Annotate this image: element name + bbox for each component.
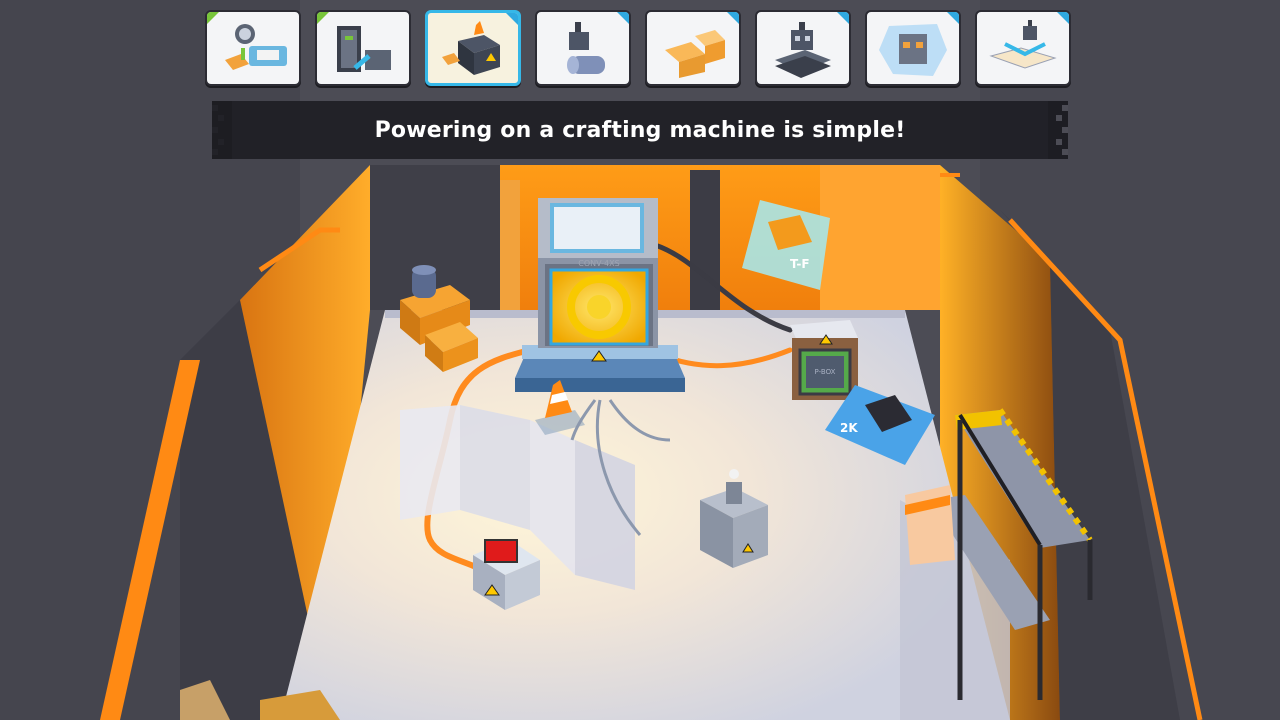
level-card-2[interactable] — [315, 10, 411, 86]
crates-icon — [665, 30, 725, 78]
tutorial-banner: Powering on a crafting machine is simple… — [212, 101, 1068, 159]
banner-right-pixel-edge — [1048, 101, 1068, 159]
level-card-1[interactable] — [205, 10, 301, 86]
level-card-8[interactable] — [975, 10, 1071, 86]
power-box-label: P-BOX — [815, 368, 836, 376]
tutorial-message: Powering on a crafting machine is simple… — [374, 117, 906, 143]
grabber-map-icon — [989, 20, 1057, 69]
door-grab-icon — [337, 26, 391, 72]
frozen-robot-icon — [879, 24, 947, 76]
level-card-5[interactable] — [645, 10, 741, 86]
crafting-boxes-icon — [442, 21, 500, 75]
placement-tutorial-icon — [225, 24, 287, 70]
poster-top-text: T-F — [790, 257, 810, 271]
machine-label: CONV-4XS — [578, 259, 619, 268]
level-select-bar — [205, 10, 1075, 90]
level-card-3[interactable] — [425, 10, 521, 86]
power-box: P-BOX — [790, 320, 858, 400]
level-card-7[interactable] — [865, 10, 961, 86]
poster-right-text: 2K — [840, 421, 858, 435]
robot-platform-icon — [775, 22, 831, 78]
level-card-6[interactable] — [755, 10, 851, 86]
level-card-4[interactable] — [535, 10, 631, 86]
grabber-barrel-icon — [567, 22, 605, 74]
